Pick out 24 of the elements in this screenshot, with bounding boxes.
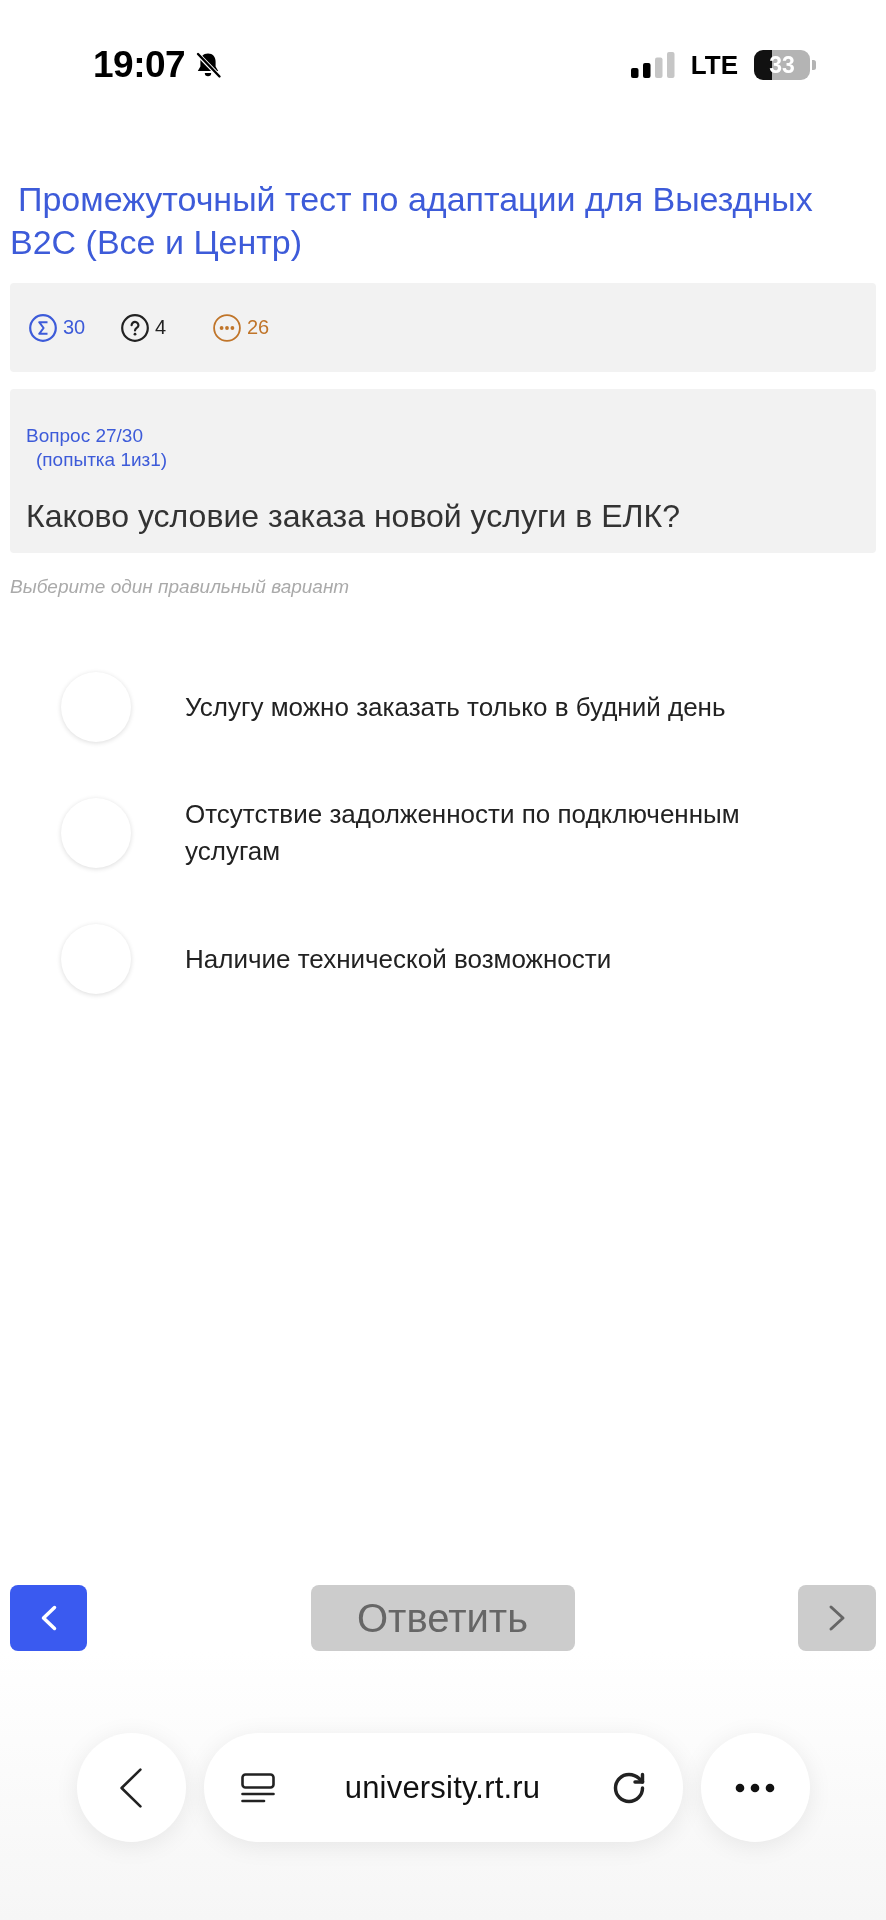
url-text[interactable]: university.rt.ru [344,1769,541,1806]
page-menu-button[interactable] [240,1772,275,1803]
stat-count: 4 [155,316,167,339]
question-number: Вопрос 27/30 [26,424,143,448]
test-title: Промежуточный тест по адаптации для Выездных B2C (Все и Центр) [10,179,814,263]
chevron-left-icon [39,1604,58,1632]
chevron-left-icon [119,1766,143,1809]
answer-option[interactable]: Отсутствие задолженности по подключенным услугам [185,796,825,870]
answer-option[interactable]: Услугу можно заказать только в будний день [185,688,726,726]
network-type: LTE [690,49,738,81]
status-time: 19:07 [93,44,186,86]
chevron-right-icon [828,1604,846,1632]
stat-count: 26 [247,316,270,339]
question-text: Каково условие заказа новой услуги в ЕЛК? [26,497,680,536]
signal-icon [630,52,675,78]
attempt-label: (попытка 1из1) [36,448,168,472]
battery-tip-icon [812,60,816,70]
answer-option[interactable]: Наличие технической возможности [185,940,612,978]
page-menu-icon [240,1772,275,1803]
address-bar[interactable]: university.rt.ru [203,1733,683,1842]
stat-count: 30 [63,316,86,339]
instruction-text: Выберите один правильный вариант [10,575,350,599]
previous-button[interactable] [10,1585,87,1651]
more-icon [735,1782,775,1793]
